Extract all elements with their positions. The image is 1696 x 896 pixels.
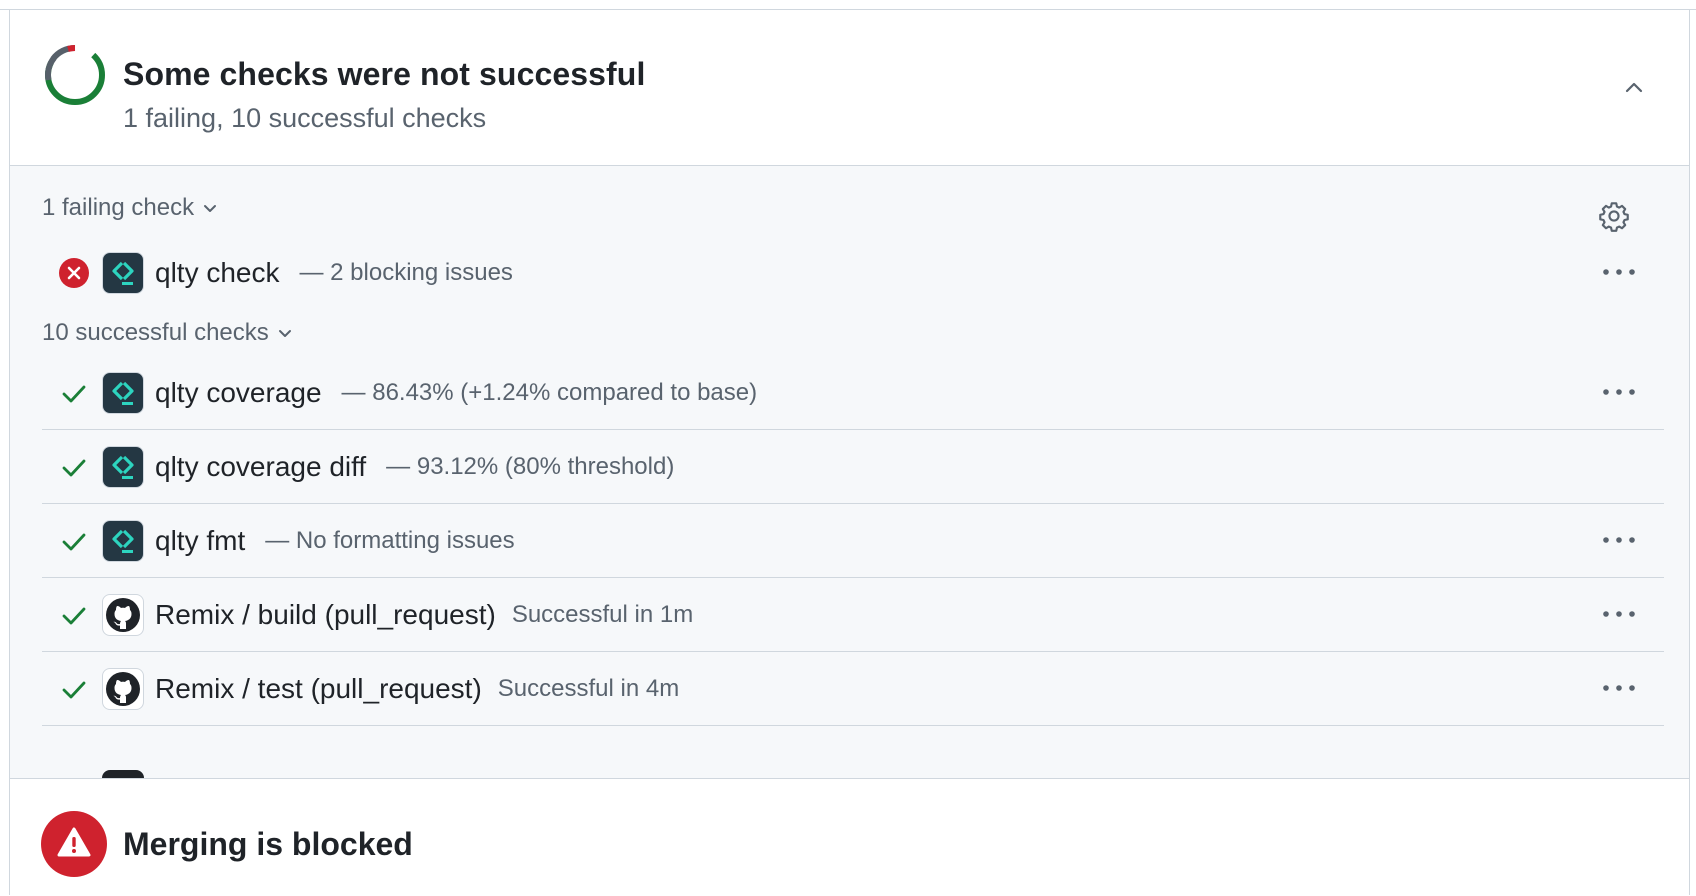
check-status bbox=[48, 675, 100, 703]
check-description: — 86.43% (+1.24% compared to base) bbox=[341, 378, 758, 406]
check-icon bbox=[62, 385, 86, 402]
check-status bbox=[48, 527, 100, 555]
check-icon bbox=[62, 533, 86, 550]
check-description: — 2 blocking issues bbox=[299, 259, 513, 286]
gear-icon bbox=[1599, 202, 1629, 232]
check-name-link[interactable]: qlty fmt bbox=[155, 525, 245, 557]
collapse-checks-button[interactable] bbox=[1616, 70, 1652, 106]
check-name-link[interactable]: qlty coverage bbox=[155, 377, 322, 409]
kebab-horizontal-icon bbox=[1603, 389, 1635, 395]
check-row-remix-build: Remix / build (pull_request) Successful … bbox=[42, 578, 1664, 652]
check-more-button[interactable] bbox=[1595, 522, 1643, 558]
check-name-link[interactable]: Remix / test (pull_request) bbox=[155, 673, 482, 705]
github-mark-icon bbox=[102, 593, 144, 636]
qlty-logo-icon bbox=[102, 371, 144, 414]
check-icon bbox=[62, 681, 86, 698]
chevron-down-icon bbox=[204, 205, 217, 212]
merge-checks-panel: Some checks were not successful 1 failin… bbox=[9, 9, 1690, 895]
check-description: Successful in 4m bbox=[497, 674, 680, 702]
qlty-logo-icon bbox=[102, 519, 144, 562]
merge-status-footer: Merging is blocked bbox=[10, 778, 1689, 895]
check-description: Successful in 1m bbox=[511, 600, 694, 628]
failing-checks-label: 1 failing check bbox=[42, 194, 195, 221]
check-status bbox=[48, 601, 100, 629]
successful-checks-toggle[interactable]: 10 successful checks bbox=[42, 319, 295, 347]
checks-settings-button[interactable] bbox=[1590, 192, 1638, 240]
check-name-link[interactable]: qlty check bbox=[155, 257, 280, 289]
check-description: — 93.12% (80% threshold) bbox=[386, 452, 675, 480]
check-row-qlty-fmt: qlty fmt — No formatting issues bbox=[42, 504, 1664, 578]
checks-list: 1 failing check qlty check — 2 blocking … bbox=[10, 166, 1689, 778]
checks-summary-title: Some checks were not successful bbox=[123, 56, 646, 92]
check-row-qlty-coverage-diff: qlty coverage diff — 93.12% (80% thresho… bbox=[42, 430, 1664, 504]
check-icon bbox=[62, 459, 86, 476]
kebab-horizontal-icon bbox=[1603, 269, 1635, 275]
kebab-horizontal-icon bbox=[1603, 611, 1635, 617]
check-more-button[interactable] bbox=[1595, 254, 1643, 290]
check-description: — No formatting issues bbox=[265, 526, 515, 554]
check-more-button[interactable] bbox=[1595, 374, 1643, 410]
partial-failure-ring-icon bbox=[45, 44, 105, 105]
alert-fill-icon bbox=[41, 811, 107, 877]
check-status bbox=[48, 258, 100, 288]
kebab-horizontal-icon bbox=[1603, 685, 1635, 691]
check-icon bbox=[62, 607, 86, 624]
kebab-horizontal-icon bbox=[1603, 537, 1635, 543]
check-status bbox=[48, 453, 100, 481]
check-row-qlty-coverage: qlty coverage — 86.43% (+1.24% compared … bbox=[42, 356, 1664, 430]
x-circle-fill-icon bbox=[59, 258, 89, 288]
chevron-up-icon bbox=[1625, 82, 1643, 93]
failing-checks-toggle[interactable]: 1 failing check bbox=[42, 194, 220, 222]
check-status bbox=[48, 379, 100, 407]
github-mark-icon bbox=[102, 667, 144, 710]
clipped-app-icon bbox=[102, 770, 144, 778]
check-name-link[interactable]: qlty coverage diff bbox=[155, 451, 366, 483]
qlty-logo-icon bbox=[102, 445, 144, 488]
checks-summary-header: Some checks were not successful 1 failin… bbox=[10, 10, 1689, 166]
checks-summary-subtitle: 1 failing, 10 successful checks bbox=[123, 103, 487, 133]
chevron-down-icon bbox=[278, 330, 291, 337]
check-row-qlty-check: qlty check — 2 blocking issues bbox=[42, 236, 1664, 310]
qlty-logo-icon bbox=[102, 252, 144, 294]
check-more-button[interactable] bbox=[1595, 670, 1643, 706]
merge-status-title: Merging is blocked bbox=[123, 826, 413, 862]
check-more-button[interactable] bbox=[1595, 596, 1643, 632]
check-name-link[interactable]: Remix / build (pull_request) bbox=[155, 599, 496, 631]
check-row-remix-test: Remix / test (pull_request) Successful i… bbox=[42, 652, 1664, 726]
successful-checks-label: 10 successful checks bbox=[42, 319, 269, 346]
